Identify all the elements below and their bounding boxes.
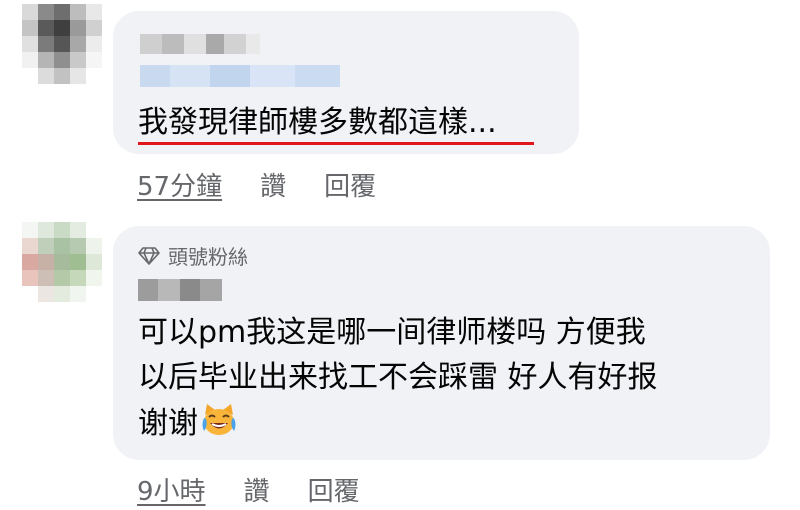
badge-label: 頭號粉絲 [168, 245, 248, 269]
like-button[interactable]: 讚 [244, 471, 270, 508]
diamond-icon [138, 246, 160, 265]
blurred-author-name[interactable] [138, 279, 222, 301]
top-fan-badge: 頭號粉絲 [138, 241, 248, 270]
comment-text-line-1: 可以pm我这是哪一间律师楼吗 方便我 [138, 315, 646, 350]
comment-text-line-3: 谢谢 [138, 401, 238, 446]
laughing-cat-emoji-icon [202, 404, 236, 435]
comment-text-line-2: 以后毕业出来找工不会踩雷 好人有好报 [138, 360, 658, 395]
comment-2: 頭號粉絲 可以pm我这是哪一间律师楼吗 方便我 以后毕业出来找工不会踩雷 好人有… [0, 0, 800, 510]
timestamp-link[interactable]: 9小時 [137, 471, 206, 508]
comment-actions: 9小時 讚 回覆 [137, 471, 360, 508]
comment-bubble: 頭號粉絲 可以pm我这是哪一间律师楼吗 方便我 以后毕业出来找工不会踩雷 好人有… [113, 226, 770, 460]
reply-button[interactable]: 回覆 [308, 471, 360, 508]
avatar[interactable] [22, 222, 102, 302]
comment-text-line-3-text: 谢谢 [138, 406, 198, 441]
